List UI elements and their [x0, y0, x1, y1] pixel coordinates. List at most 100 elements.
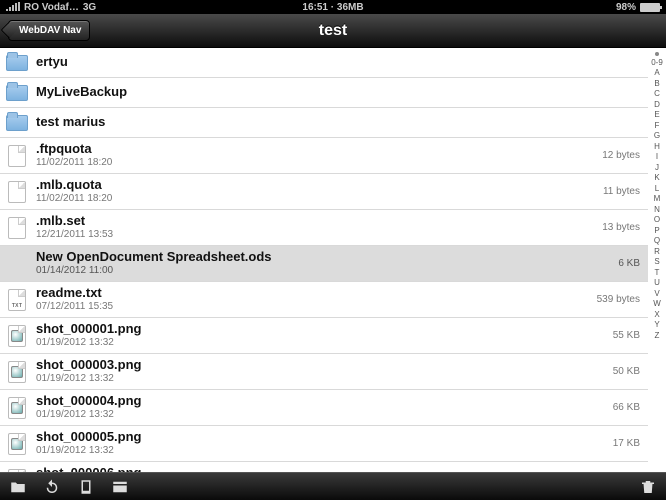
index-letter[interactable]: P [654, 227, 659, 235]
refresh-button[interactable] [42, 477, 62, 497]
trash-button[interactable] [638, 477, 658, 497]
item-name: New OpenDocument Spreadsheet.ods [36, 250, 610, 265]
index-letter[interactable]: B [654, 80, 659, 88]
battery-percent: 98% [616, 2, 636, 13]
file-row[interactable]: readme.txt07/12/2011 15:35 539 bytes [0, 282, 648, 318]
index-letter[interactable]: N [654, 206, 660, 214]
item-date: 11/02/2011 18:20 [36, 157, 594, 169]
back-button-label: WebDAV Nav [19, 25, 81, 36]
index-letter[interactable]: W [653, 300, 661, 308]
item-size: 6 KB [618, 258, 642, 269]
media-button[interactable] [110, 477, 130, 497]
file-row[interactable]: shot_000004.png01/19/2012 13:32 66 KB [0, 390, 648, 426]
file-icon [8, 145, 26, 167]
file-row[interactable]: shot_000001.png01/19/2012 13:32 55 KB [0, 318, 648, 354]
item-date: 01/19/2012 13:32 [36, 337, 605, 349]
item-date: 01/19/2012 13:32 [36, 445, 605, 457]
file-icon [8, 217, 26, 239]
index-letter[interactable]: J [655, 164, 659, 172]
index-letter[interactable]: H [654, 143, 660, 151]
item-size: 12 bytes [602, 150, 642, 161]
text-file-icon [8, 289, 26, 311]
image-file-icon [8, 433, 26, 455]
battery-icon [640, 3, 660, 12]
new-folder-button[interactable] [8, 477, 28, 497]
index-letter[interactable]: U [654, 279, 660, 287]
signal-icon [6, 3, 20, 11]
folder-row[interactable]: test marius [0, 108, 648, 138]
file-list[interactable]: ertyuMyLiveBackuptest marius.ftpquota11/… [0, 48, 648, 472]
item-size: 11 bytes [603, 186, 642, 197]
item-size: 66 KB [613, 402, 642, 413]
item-name: readme.txt [36, 286, 589, 301]
file-row[interactable]: .mlb.set12/21/2011 13:5313 bytes [0, 210, 648, 246]
index-letter[interactable]: X [654, 311, 659, 319]
index-letter[interactable]: Z [655, 332, 660, 340]
item-size: 55 KB [613, 330, 642, 341]
index-letter[interactable]: 0-9 [651, 59, 663, 67]
file-row[interactable]: New OpenDocument Spreadsheet.ods01/14/20… [0, 246, 648, 282]
folder-icon [6, 85, 28, 101]
network-label: 3G [83, 2, 96, 13]
item-size: 539 bytes [597, 294, 642, 305]
index-letter[interactable]: Y [654, 321, 659, 329]
index-letter[interactable]: S [654, 258, 659, 266]
image-file-icon [8, 397, 26, 419]
item-date: 11/02/2011 18:20 [36, 193, 595, 205]
index-letter[interactable]: G [654, 132, 660, 140]
item-name: .ftpquota [36, 142, 594, 157]
navigation-bar: WebDAV Nav test [0, 14, 666, 48]
item-date: 01/19/2012 13:32 [36, 373, 605, 385]
index-letter[interactable]: M [654, 195, 661, 203]
index-letter[interactable]: Q [654, 237, 660, 245]
item-date: 07/12/2011 15:35 [36, 301, 589, 313]
item-name: shot_000001.png [36, 322, 605, 337]
folder-icon [6, 55, 28, 71]
item-size: 17 KB [613, 438, 642, 449]
file-icon [8, 181, 26, 203]
item-name: shot_000003.png [36, 358, 605, 373]
page-title: test [0, 22, 666, 40]
file-row[interactable]: .mlb.quota11/02/2011 18:2011 bytes [0, 174, 648, 210]
index-letter[interactable]: T [655, 269, 660, 277]
item-name: ertyu [36, 55, 642, 70]
status-bar: RO Vodaf… 3G 16:51 · 36MB 98% [0, 0, 666, 14]
index-letter[interactable]: L [655, 185, 659, 193]
folder-row[interactable]: MyLiveBackup [0, 78, 648, 108]
index-letter[interactable]: V [654, 290, 659, 298]
file-row[interactable]: shot_000003.png01/19/2012 13:32 50 KB [0, 354, 648, 390]
index-letter[interactable]: C [654, 90, 660, 98]
index-letter[interactable]: R [654, 248, 660, 256]
file-row[interactable]: shot_000005.png01/19/2012 13:32 17 KB [0, 426, 648, 462]
item-name: shot_000004.png [36, 394, 605, 409]
item-name: .mlb.set [36, 214, 594, 229]
index-letter[interactable]: E [654, 111, 659, 119]
image-file-icon [8, 361, 26, 383]
toolbar [0, 472, 666, 500]
folder-icon [6, 115, 28, 131]
section-index[interactable]: 0-9 ABCDEFGHIJKLMNOPQRSTUVWXYZ [648, 48, 666, 472]
index-letter[interactable]: A [654, 69, 659, 77]
index-letter[interactable]: K [654, 174, 659, 182]
index-letter[interactable]: F [655, 122, 660, 130]
folder-row[interactable]: ertyu [0, 48, 648, 78]
file-row[interactable]: shot_000006.png01/19/2012 13:32 [0, 462, 648, 472]
image-file-icon [8, 469, 26, 473]
index-letter[interactable]: D [654, 101, 660, 109]
status-time: 16:51 · 36MB [224, 2, 442, 13]
item-size: 50 KB [613, 366, 642, 377]
item-name: test marius [36, 115, 642, 130]
item-name: MyLiveBackup [36, 85, 642, 100]
index-search-icon[interactable] [655, 52, 659, 56]
item-size: 13 bytes [602, 222, 642, 233]
item-date: 01/19/2012 13:32 [36, 409, 605, 421]
device-button[interactable] [76, 477, 96, 497]
item-name: shot_000005.png [36, 430, 605, 445]
item-date: 01/14/2012 11:00 [36, 265, 610, 277]
back-button[interactable]: WebDAV Nav [8, 20, 90, 41]
file-row[interactable]: .ftpquota11/02/2011 18:20 12 bytes [0, 138, 648, 174]
image-file-icon [8, 325, 26, 347]
carrier-label: RO Vodaf… [24, 2, 79, 13]
index-letter[interactable]: I [656, 153, 658, 161]
index-letter[interactable]: O [654, 216, 660, 224]
